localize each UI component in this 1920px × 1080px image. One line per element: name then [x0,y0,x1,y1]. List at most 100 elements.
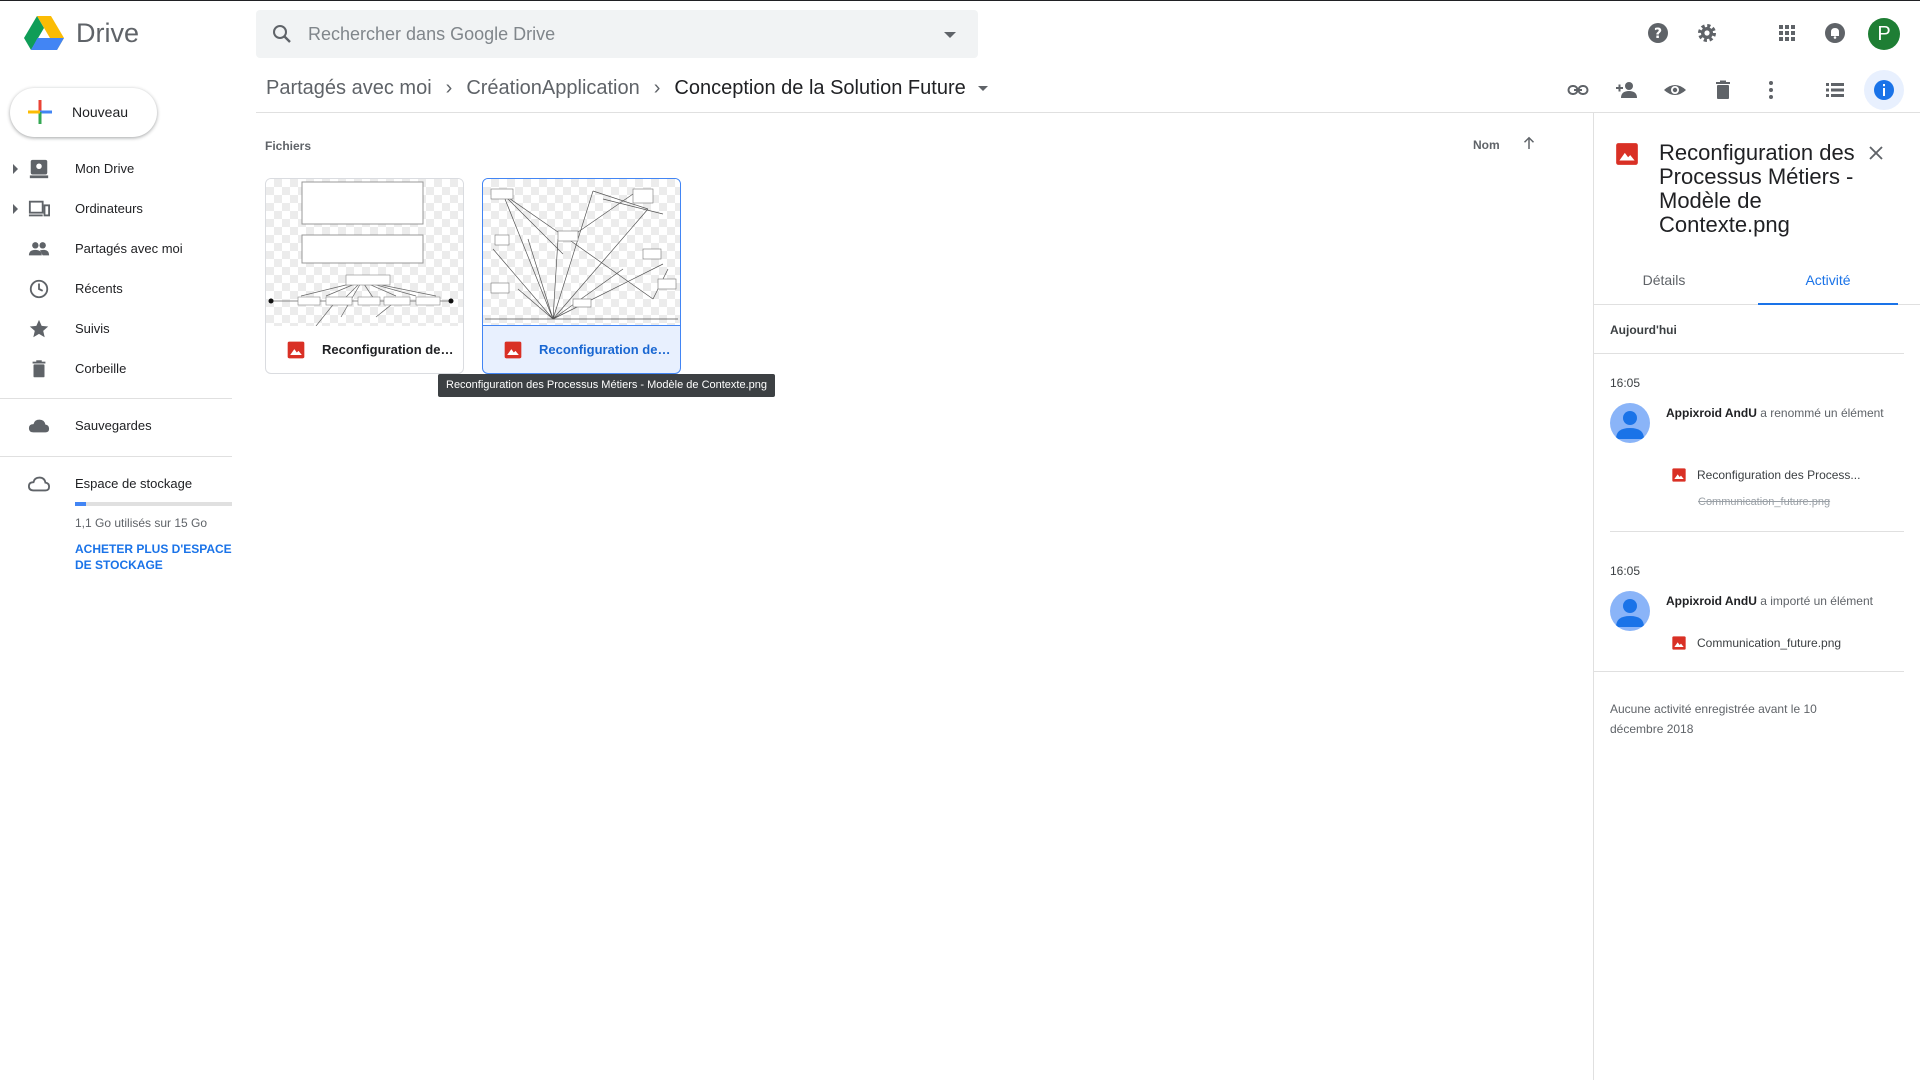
file-name: Reconfiguration des ... [539,342,674,357]
breadcrumb-bar: Partagés avec moi › CréationApplication … [256,68,1920,113]
file-card-selected[interactable]: Reconfiguration des ... [482,178,681,374]
activity-user: Appixroid AndU [1666,406,1757,420]
breadcrumb-current-folder[interactable]: Conception de la Solution Future [674,77,965,100]
sidebar-item-trash[interactable]: Corbeille [0,349,232,389]
user-avatar [1610,591,1650,631]
file-card[interactable]: Reconfiguration des ... [265,178,464,374]
more-vert-icon[interactable] [1759,78,1783,102]
sidebar-item-computers[interactable]: Ordinateurs [0,189,232,229]
sidebar-item-label: Ordinateurs [75,201,143,216]
computers-icon [27,197,51,221]
details-tabs: Détails Activité [1594,265,1920,305]
help-icon[interactable]: ? [1646,21,1670,45]
file-thumbnail [266,179,463,327]
search-placeholder[interactable]: Rechercher dans Google Drive [308,24,555,45]
activity-old-name: Communication_future.png [1698,496,1831,508]
breadcrumb-item-creationapplication[interactable]: CréationApplication [466,77,639,100]
share-person-icon[interactable] [1615,78,1639,102]
sort-by-name-button[interactable]: Nom [1473,138,1500,152]
breadcrumb-item-shared[interactable]: Partagés avec moi [266,77,432,100]
notifications-bell-icon[interactable] [1823,21,1847,45]
breadcrumb: Partagés avec moi › CréationApplication … [266,77,988,100]
new-button[interactable]: Nouveau [10,88,157,137]
sidebar-item-label: Récents [75,281,123,296]
info-toggle-button[interactable] [1864,70,1904,110]
breadcrumb-separator-icon: › [653,77,661,99]
sidebar-item-recent[interactable]: Récents [0,269,232,309]
details-file-title: Reconfiguration des Processus Métiers - … [1659,140,1855,237]
activity-footnote: Aucune activité enregistrée avant le 10 … [1610,702,1817,736]
plus-icon [28,100,52,129]
sidebar-item-label: Partagés avec moi [75,241,183,256]
expand-arrow-icon[interactable] [13,164,18,174]
drive-logo[interactable]: Drive [24,15,139,51]
sidebar-item-shared-with-me[interactable]: Partagés avec moi [0,229,232,269]
activity-description: Appixroid AndU a renommé un élément [1666,403,1886,423]
my-drive-icon [27,157,51,181]
activity-action: a importé un élément [1760,594,1873,608]
new-button-label: Nouveau [72,104,129,120]
image-file-icon [1672,636,1686,650]
account-avatar[interactable]: P [1868,18,1900,50]
close-icon[interactable] [1867,144,1885,167]
preview-eye-icon[interactable] [1663,78,1687,102]
files-section-label: Fichiers [265,139,312,153]
shared-people-icon [27,237,51,261]
svg-text:?: ? [1654,26,1662,42]
activity-file-name: Reconfiguration des Process... [1697,468,1861,482]
drive-logo-icon [24,16,64,50]
activity-file-link[interactable]: Communication_future.png [1671,635,1841,651]
settings-gear-icon[interactable] [1695,21,1719,45]
breadcrumb-separator-icon: › [445,77,453,99]
sidebar-item-label: Corbeille [75,361,127,376]
clock-icon [27,277,51,301]
image-file-icon [1672,468,1686,482]
sidebar-item-storage[interactable]: Espace de stockage [0,464,232,504]
search-box[interactable]: Rechercher dans Google Drive [256,10,978,58]
storage-usage-bar [75,502,232,506]
activity-time: 16:05 [1610,564,1641,578]
storage-usage-text: 1,1 Go utilisés sur 15 Go [75,516,208,530]
info-icon [1874,80,1894,100]
sort-direction-arrow-icon[interactable] [1520,134,1538,157]
sidebar-item-label: Espace de stockage [75,476,193,491]
user-avatar [1610,403,1650,443]
activity-day-label: Aujourd'hui [1610,323,1677,337]
star-icon [27,317,51,341]
sidebar-item-label: Suivis [75,321,110,336]
expand-arrow-icon[interactable] [13,204,18,214]
list-view-icon[interactable] [1823,78,1847,102]
top-bar: Drive Rechercher dans Google Drive ? P [0,0,1920,68]
search-options-icon[interactable] [944,32,956,38]
sidebar-divider [0,398,232,399]
image-file-icon [1614,141,1640,172]
file-name: Reconfiguration des ... [322,342,457,357]
sidebar-item-backups[interactable]: Sauvegardes [0,406,232,446]
cloud-icon [27,414,51,438]
activity-divider [1594,353,1904,354]
link-icon[interactable] [1566,78,1590,102]
sidebar-item-my-drive[interactable]: Mon Drive [0,149,232,189]
activity-action: a renommé un élément [1760,406,1884,420]
tab-details[interactable]: Détails [1594,265,1734,305]
storage-usage-fill [75,502,87,506]
sidebar-item-label: Mon Drive [75,161,135,176]
file-name-tooltip: Reconfiguration des Processus Métiers - … [438,374,776,397]
apps-grid-icon[interactable] [1775,21,1799,45]
trash-icon [27,357,51,381]
sidebar-divider [0,456,232,457]
image-file-icon [286,340,306,365]
activity-file-name: Communication_future.png [1697,636,1842,650]
activity-description: Appixroid AndU a importé un élément [1666,591,1886,611]
folder-menu-caret-icon[interactable] [977,86,988,91]
sidebar-item-starred[interactable]: Suivis [0,309,232,349]
buy-storage-link[interactable]: ACHETER PLUS D'ESPACE DE STOCKAGE [75,541,235,573]
tab-activity[interactable]: Activité [1758,265,1898,305]
trash-icon[interactable] [1711,78,1735,102]
cloud-outline-icon [27,472,51,496]
image-file-icon [503,340,523,365]
app-name: Drive [76,17,140,48]
file-thumbnail [483,179,680,326]
search-icon[interactable] [270,22,294,51]
activity-file-link[interactable]: Reconfiguration des Process... [1671,467,1860,483]
